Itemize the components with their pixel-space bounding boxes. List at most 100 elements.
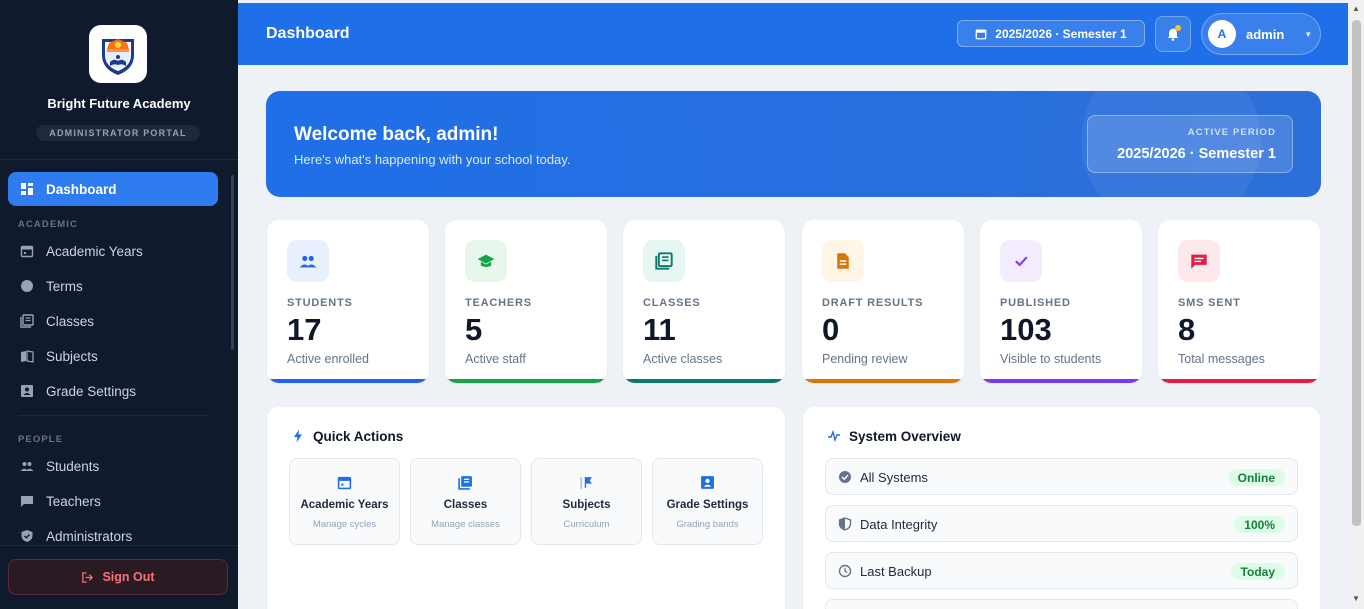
- sidebar-item-teachers[interactable]: Teachers: [8, 484, 218, 518]
- stat-label: PUBLISHED: [1000, 297, 1071, 309]
- sidebar-item-academic-years[interactable]: Academic Years: [8, 234, 218, 268]
- sidebar-item-dashboard[interactable]: Dashboard: [8, 172, 218, 206]
- period-selector-button[interactable]: 2025/2026 · Semester 1: [957, 20, 1145, 47]
- stat-accent-bar: [445, 379, 607, 383]
- sidebar-item-terms[interactable]: Terms: [8, 269, 218, 303]
- sidebar-item-label: Teachers: [46, 493, 101, 509]
- top-bar: Dashboard 2025/2026 · Semester 1 A admin…: [238, 3, 1348, 65]
- stat-subtitle: Visible to students: [1000, 352, 1102, 366]
- user-name: admin: [1246, 26, 1285, 42]
- welcome-banner: Welcome back, admin! Here's what's happe…: [266, 91, 1321, 197]
- system-overview-title: System Overview: [849, 429, 961, 444]
- message-icon: [1178, 240, 1220, 282]
- clock-icon: [838, 564, 852, 578]
- sidebar-item-administrators[interactable]: Administrators: [8, 519, 218, 553]
- nav-section-academic: ACADEMIC: [18, 219, 78, 230]
- period-button-label: 2025/2026 · Semester 1: [995, 26, 1127, 41]
- stat-card-students[interactable]: STUDENTS 17 Active enrolled: [267, 220, 429, 383]
- sidebar-scrollbar[interactable]: [231, 175, 234, 350]
- lightning-icon: [294, 429, 302, 443]
- sidebar: Bright Future Academy ADMINISTRATOR PORT…: [0, 0, 238, 609]
- dashboard-icon: [21, 183, 33, 195]
- stat-card-teachers[interactable]: TEACHERS 5 Active staff: [445, 220, 607, 383]
- flag-icon: [580, 477, 592, 489]
- system-row-all-systems: All Systems Online: [825, 458, 1298, 495]
- stat-label: TEACHERS: [465, 297, 532, 309]
- page-scrollbar-thumb[interactable]: [1352, 20, 1361, 526]
- chalkboard-icon: [21, 496, 33, 507]
- sidebar-item-grade-settings[interactable]: Grade Settings: [8, 374, 218, 408]
- stat-accent-bar: [267, 379, 429, 383]
- notifications-button[interactable]: [1155, 16, 1191, 52]
- active-period-card: ACTIVE PERIOD 2025/2026 · Semester 1: [1087, 115, 1293, 173]
- stat-value: 8: [1178, 312, 1196, 347]
- sidebar-item-label: Academic Years: [46, 243, 143, 259]
- stat-value: 17: [287, 312, 322, 347]
- stat-subtitle: Active staff: [465, 352, 526, 366]
- stat-card-classes[interactable]: CLASSES 11 Active classes: [623, 220, 785, 383]
- sidebar-item-label: Terms: [46, 278, 83, 294]
- sidebar-item-students[interactable]: Students: [8, 449, 218, 483]
- stat-value: 5: [465, 312, 483, 347]
- sidebar-divider: [0, 159, 238, 160]
- calendar-icon: [337, 476, 352, 490]
- stat-label: CLASSES: [643, 297, 701, 309]
- sidebar-item-classes[interactable]: Classes: [8, 304, 218, 338]
- check-circle-icon: [839, 471, 851, 483]
- grade-icon: [21, 385, 33, 397]
- logout-icon: [82, 571, 94, 583]
- sign-out-button[interactable]: Sign Out: [8, 559, 228, 595]
- stat-card-draft-results[interactable]: DRAFT RESULTS 0 Pending review: [802, 220, 964, 383]
- user-menu-button[interactable]: A admin ▼: [1201, 13, 1321, 55]
- quick-action-grade-settings[interactable]: Grade Settings Grading bands: [652, 458, 763, 545]
- sidebar-item-label: Administrators: [46, 528, 133, 544]
- chevron-down-icon: ▼: [1304, 29, 1313, 39]
- quick-action-subtitle: Manage cycles: [312, 519, 377, 530]
- quick-action-academic-years[interactable]: Academic Years Manage cycles: [289, 458, 400, 545]
- stat-accent-bar: [1158, 379, 1320, 383]
- stat-card-published[interactable]: PUBLISHED 103 Visible to students: [980, 220, 1142, 383]
- portal-badge: ADMINISTRATOR PORTAL: [36, 125, 200, 141]
- circle-icon: [21, 280, 33, 292]
- scroll-up-icon[interactable]: ▲: [1352, 4, 1360, 13]
- quick-action-classes[interactable]: Classes Manage classes: [410, 458, 521, 545]
- school-name: Bright Future Academy: [47, 96, 191, 111]
- system-row-partial: [825, 599, 1298, 609]
- stat-subtitle: Pending review: [822, 352, 908, 366]
- quick-actions-panel: Quick Actions Academic Years Manage cycl…: [267, 407, 785, 609]
- sidebar-item-label: Students: [46, 458, 100, 474]
- stat-card-sms-sent[interactable]: SMS SENT 8 Total messages: [1158, 220, 1320, 383]
- quick-action-title: Classes: [443, 499, 488, 511]
- sidebar-item-label: Dashboard: [46, 181, 117, 197]
- calendar-icon: [975, 29, 987, 39]
- system-row-label: All Systems: [860, 470, 928, 485]
- class-icon: [458, 476, 472, 490]
- class-icon: [20, 314, 34, 328]
- quick-action-subtitle: Grading bands: [676, 519, 739, 530]
- status-badge: 100%: [1234, 516, 1285, 533]
- sidebar-item-label: Subjects: [46, 348, 98, 364]
- document-icon: [822, 240, 864, 282]
- stat-label: DRAFT RESULTS: [822, 297, 924, 309]
- activity-icon: [828, 429, 840, 443]
- shield-icon: [838, 517, 852, 531]
- quick-action-subjects[interactable]: Subjects Curriculum: [531, 458, 642, 545]
- system-row-last-backup: Last Backup Today: [825, 552, 1298, 589]
- sidebar-item-label: Classes: [46, 313, 95, 329]
- active-period-value: 2025/2026 · Semester 1: [1117, 146, 1276, 162]
- sidebar-item-subjects[interactable]: Subjects: [8, 339, 218, 373]
- stat-subtitle: Active enrolled: [287, 352, 369, 366]
- graduation-cap-icon: [465, 240, 507, 282]
- people-icon: [20, 462, 34, 471]
- stat-subtitle: Total messages: [1178, 352, 1265, 366]
- check-icon: [1000, 240, 1042, 282]
- stat-value: 0: [822, 312, 840, 347]
- nav-separator: [18, 415, 208, 416]
- nav-section-people: PEOPLE: [18, 434, 64, 445]
- page-title: Dashboard: [266, 25, 350, 42]
- scroll-down-icon[interactable]: ▼: [1352, 594, 1360, 603]
- stat-label: SMS SENT: [1178, 297, 1241, 309]
- book-icon: [21, 350, 34, 363]
- notification-dot: [1175, 25, 1181, 31]
- grade-icon: [701, 476, 714, 489]
